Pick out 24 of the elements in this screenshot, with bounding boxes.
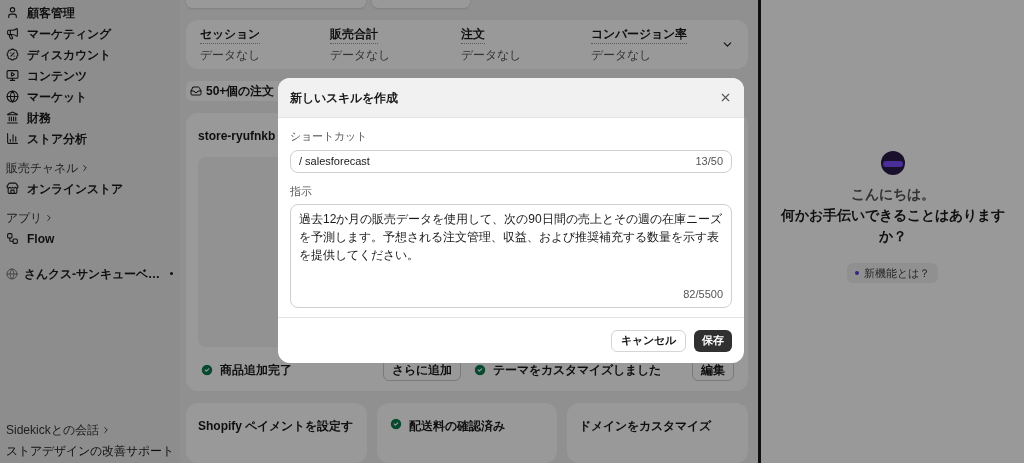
metric-label: 注文 xyxy=(460,25,485,44)
greeting-text: こんにちは。 xyxy=(850,185,935,204)
task-label: テーマをカスタマイズしました xyxy=(493,362,661,379)
metric-value: データなし xyxy=(460,47,521,64)
banner-text: 50+個の注文 xyxy=(206,83,275,100)
setup-label: ドメインをカスタマイズ xyxy=(579,418,712,435)
modal-title: 新しいスキルを作成 xyxy=(290,89,398,107)
metric-label: コンバージョン率 xyxy=(590,25,687,44)
field-label: 指示 xyxy=(290,183,312,199)
metric-label: 販売合計 xyxy=(330,25,379,44)
store-name: store-ryufnkb xyxy=(198,128,276,145)
char-count: 13/50 xyxy=(695,153,723,169)
task-label: 商品追加完了 xyxy=(220,362,292,379)
setup-label: Shopify ペイメントを設定す xyxy=(198,418,354,435)
setup-label: 配送料の確認済み xyxy=(408,418,505,435)
field-value: / salesforecast xyxy=(299,153,370,169)
metric-label: セッション xyxy=(200,25,260,44)
metric-value: データなし xyxy=(200,47,260,64)
field-value: 過去12か月の販売データを使用して、次の90日間の売上とその週の在庫ニーズを予測します。予想される注文管理、収益、および推奨補充する数量を示す表を提供してください。 xyxy=(299,211,723,264)
question-text: 何かお手伝いできることはありますか？ xyxy=(779,206,1006,246)
char-count: 82/5500 xyxy=(683,286,723,302)
metric-value: データなし xyxy=(330,47,391,64)
metric-value: データなし xyxy=(590,47,651,64)
field-label: ショートカット xyxy=(290,129,367,144)
